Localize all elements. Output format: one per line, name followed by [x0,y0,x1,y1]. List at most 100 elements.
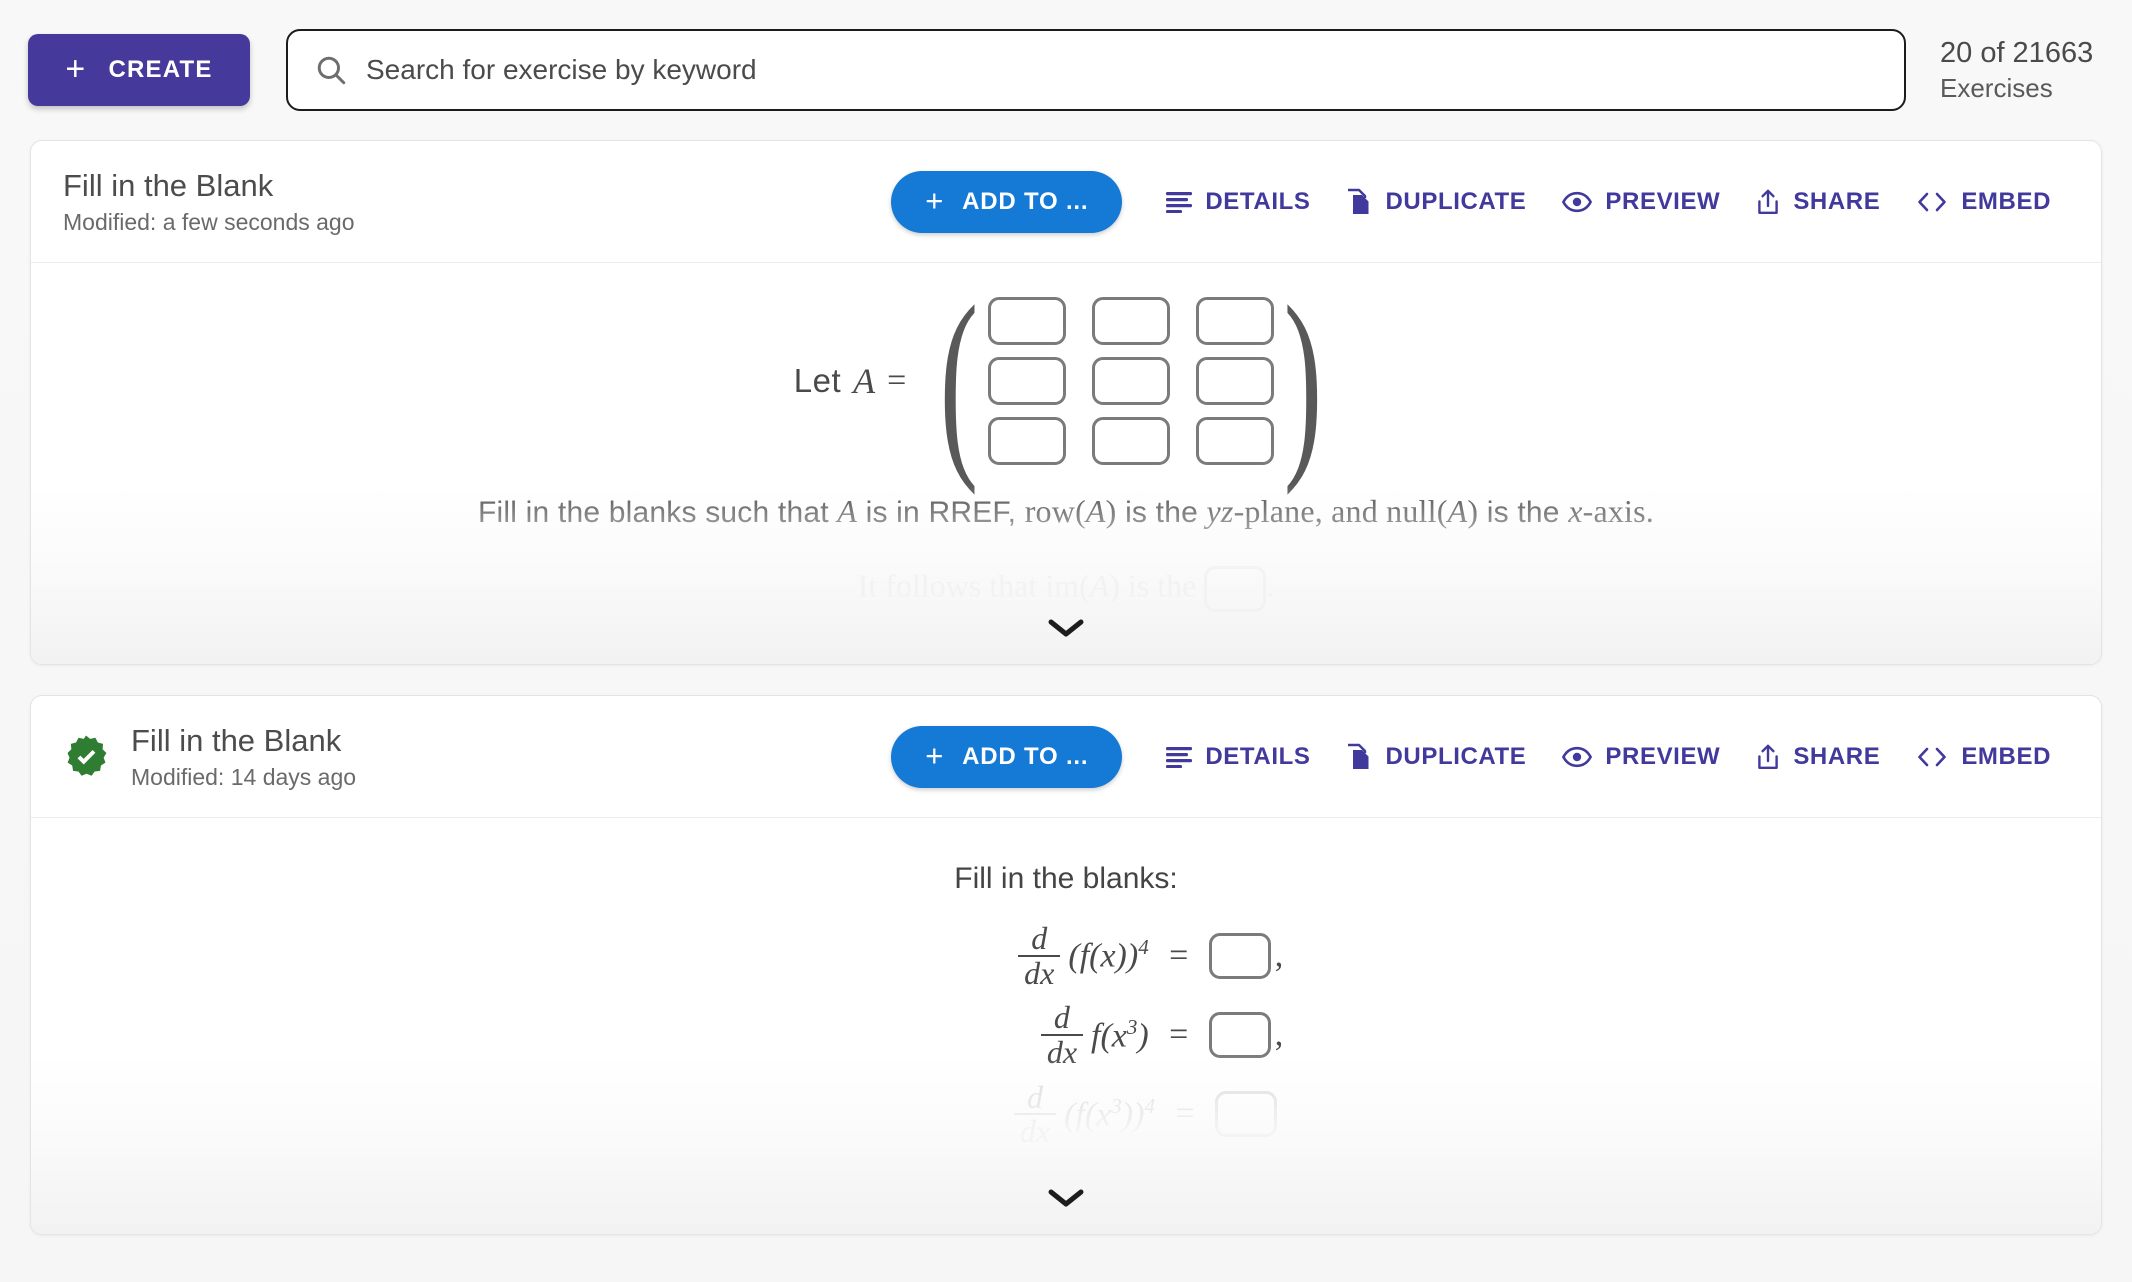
prompt-part: is in RREF, [857,496,1025,529]
prompt-part: is the [1478,496,1569,529]
equation-list: d dx (f(x))4 = , d dx f(x3) = , d dx (f(… [31,922,2101,1148]
embed-button-label: EMBED [1961,187,2051,215]
prompt-fn: row [1024,493,1076,529]
duplicate-button-label: DUPLICATE [1385,742,1527,770]
embed-button[interactable]: EMBED [1898,180,2069,224]
matrix-blank-input[interactable] [1196,357,1275,405]
prompt-part: Fill in the blanks such that [477,496,838,529]
add-to-button-label: ADD TO ... [962,742,1089,770]
matrix-blank-input[interactable] [1092,297,1171,345]
equation-trailer: , [1274,1015,1284,1053]
exercise-content: Let A = ( ) Fill in the blanks such that… [31,263,2101,612]
prompt-var: A [837,493,858,529]
equation-trailer: , [1274,936,1284,974]
exercise-counter: 20 of 21663 Exercises [1940,36,2094,102]
answer-blank-input[interactable] [1208,1011,1271,1058]
share-button[interactable]: SHARE [1738,735,1898,779]
embed-button[interactable]: EMBED [1898,735,2069,779]
chevron-down-icon [1046,1186,1086,1210]
plus-icon: + [925,182,945,218]
add-to-button[interactable]: + ADD TO ... [891,170,1123,233]
followup-part: is the [1119,567,1205,604]
copy-pages-icon [1346,188,1372,216]
equation-lhs: d dx f(x3) [849,1001,1149,1068]
matrix-blank-input[interactable] [988,357,1067,405]
exercise-modified: Modified: 14 days ago [131,763,357,790]
verified-check-badge-icon [63,734,109,780]
exercise-actions: + ADD TO ... DETAILS DUPLICATE PREVIEW S… [891,170,2069,233]
create-button-label: CREATE [108,56,213,83]
exercise-card-body: Fill in the blanks: d dx (f(x))4 = , d d… [31,818,2101,1234]
expand-card-chevron[interactable] [1046,1186,1086,1210]
followup-blank-input[interactable] [1204,566,1267,612]
equation-operand: f(x3) [1091,1014,1149,1055]
matrix-blank-input[interactable] [1092,417,1171,465]
equation-row-hidden: d dx (f(x3))4 = [855,1078,1277,1148]
prompt-part: -plane, and [1233,493,1387,529]
exercise-card-body: Let A = ( ) Fill in the blanks such that… [31,263,2101,664]
duplicate-button[interactable]: DUPLICATE [1328,180,1544,224]
matrix-blank-input[interactable] [1196,417,1275,465]
equation-exponent-outer: 4 [1144,1093,1155,1118]
duplicate-button[interactable]: DUPLICATE [1328,735,1544,779]
exercise-prompt: Fill in the blanks such that A is in RRE… [477,493,1654,529]
exercise-card-titles: Fill in the Blank Modified: 14 days ago [131,722,356,792]
equation-operand: (f(x3))4 [1064,1093,1155,1134]
search-icon [314,53,348,87]
share-button-label: SHARE [1793,187,1881,215]
followup-var: A [1089,567,1110,604]
exercise-card[interactable]: Fill in the Blank Modified: 14 days ago … [30,695,2102,1235]
exercise-title: Fill in the Blank [63,167,274,203]
exercise-card-titles: Fill in the Blank Modified: a few second… [63,167,355,237]
eye-icon [1562,191,1593,213]
exercise-modified: Modified: a few seconds ago [63,208,355,235]
plus-icon: + [925,737,945,773]
prompt-part: -axis. [1582,493,1654,529]
share-button-label: SHARE [1793,742,1881,770]
search-bar[interactable] [286,29,1906,111]
matrix-variable: A [853,361,876,401]
exercise-followup-hidden: It follows that im(A) is the . [31,566,2101,612]
eye-icon [1562,746,1593,768]
equation-row: d dx f(x3) = , [849,1001,1284,1068]
prompt-var: A [1085,493,1106,529]
copy-pages-icon [1346,743,1372,771]
add-to-button[interactable]: + ADD TO ... [891,725,1123,788]
add-to-button-label: ADD TO ... [962,187,1089,215]
equation-rhs: , [1208,932,1284,979]
equation-equals: = [1175,1095,1195,1133]
frac-numerator: d [1026,1078,1043,1115]
exercise-card[interactable]: Fill in the Blank Modified: a few second… [30,140,2102,665]
prompt-axis: x [1568,493,1583,529]
exercise-count: 20 of 21663 [1940,36,2094,69]
matrix-blank-input[interactable] [1092,357,1171,405]
details-button[interactable]: DETAILS [1148,180,1328,224]
prompt-part: is the [1116,496,1207,529]
equation-rhs [1215,1091,1277,1138]
details-button-label: DETAILS [1205,187,1311,215]
preview-button-label: PREVIEW [1605,742,1721,770]
share-upload-icon [1756,188,1780,216]
create-button[interactable]: + CREATE [28,34,250,106]
matrix-blank-input[interactable] [988,297,1067,345]
equals-sign: = [887,362,907,399]
details-button[interactable]: DETAILS [1148,735,1328,779]
expand-card-chevron[interactable] [1046,616,1086,640]
answer-blank-input[interactable] [1208,932,1271,979]
search-input[interactable] [366,54,1878,86]
share-button[interactable]: SHARE [1738,180,1898,224]
answer-blank-input[interactable] [1215,1091,1277,1138]
let-label: Let [793,362,842,399]
chevron-down-icon [1046,616,1086,640]
matrix-blank-input[interactable] [1196,297,1275,345]
equation-exponent: 3 [1126,1014,1138,1039]
preview-button[interactable]: PREVIEW [1544,180,1738,224]
left-paren: ( [940,264,979,497]
matrix-blank-input[interactable] [988,417,1067,465]
preview-button[interactable]: PREVIEW [1544,735,1738,779]
preview-button-label: PREVIEW [1605,187,1721,215]
equation-operand: (f(x))4 [1068,935,1149,975]
exercise-card-header: Fill in the Blank Modified: a few second… [31,141,2101,263]
code-brackets-icon [1916,191,1948,213]
top-toolbar: + CREATE 20 of 21663 Exercises [0,0,2132,140]
